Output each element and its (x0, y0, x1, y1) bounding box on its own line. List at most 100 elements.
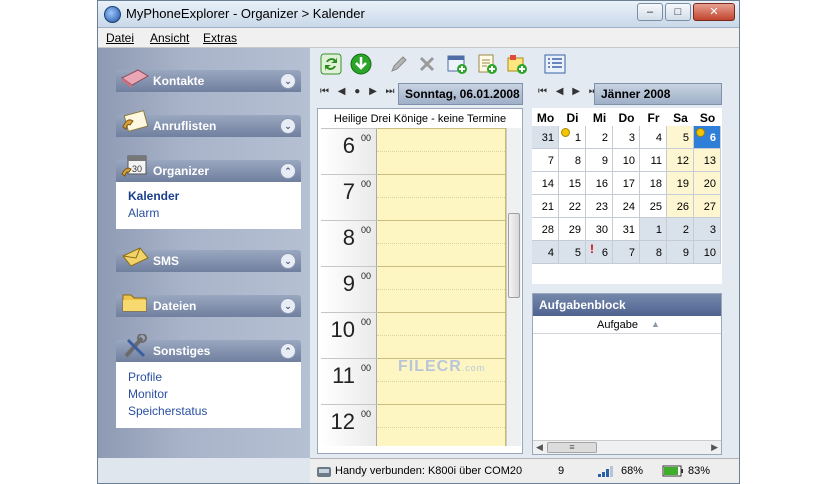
calendar-day[interactable]: 25 (640, 195, 667, 218)
minimize-button[interactable]: – (637, 3, 663, 21)
calendar-day[interactable]: 31 (613, 218, 640, 241)
task-column-header[interactable]: Aufgabe ▲ (533, 318, 721, 334)
calendar-weekday: So (699, 111, 716, 125)
menu-extras[interactable]: Extras (203, 31, 237, 45)
calendar-day[interactable]: 29 (559, 218, 586, 241)
app-logo-icon (104, 6, 121, 23)
calendar-day[interactable]: 7 (613, 241, 640, 264)
calendar-day[interactable]: 18 (640, 172, 667, 195)
sidebar-group-kontakte[interactable]: Kontakte ⌄ (116, 69, 301, 92)
calendar-day[interactable]: 23 (586, 195, 613, 218)
calendar-day[interactable]: 4 (532, 241, 559, 264)
scroll-left-icon: ◀ (536, 442, 543, 452)
calendar-day[interactable]: 6 (694, 126, 721, 149)
menu-ansicht[interactable]: Ansicht (150, 31, 189, 45)
sidebar-group-sms[interactable]: SMS ⌄ (116, 247, 301, 272)
calendar-day[interactable]: 2 (667, 218, 694, 241)
calendar-day[interactable]: 8 (559, 149, 586, 172)
calendar-day[interactable]: 19 (667, 172, 694, 195)
calendar-day[interactable]: 22 (559, 195, 586, 218)
chevron-up-icon[interactable]: ⌃ (280, 343, 296, 359)
calendar-day[interactable]: 6! (586, 241, 613, 264)
link-profile[interactable]: Profile (128, 370, 162, 384)
link-kalender[interactable]: Kalender (128, 189, 179, 203)
calendar-day[interactable]: 3 (694, 218, 721, 241)
scrollbar-thumb[interactable] (508, 213, 520, 298)
calendar-day[interactable]: 26 (667, 195, 694, 218)
edit-pencil-icon[interactable] (388, 53, 410, 75)
calendar-day[interactable]: 1 (640, 218, 667, 241)
connection-status: Handy verbunden: K800i über COM20 (335, 465, 523, 477)
calendar-day[interactable]: 9 (586, 149, 613, 172)
chevron-down-icon[interactable]: ⌄ (280, 298, 296, 314)
hour-row: 12 00 (321, 404, 377, 450)
calendar-day[interactable]: 17 (613, 172, 640, 195)
window-title: MyPhoneExplorer - Organizer > Kalender (126, 6, 365, 21)
calendar-day[interactable]: 21 (532, 195, 559, 218)
chevron-down-icon[interactable]: ⌄ (280, 253, 296, 269)
delete-x-icon[interactable] (416, 53, 438, 75)
calendar-day[interactable]: 10 (694, 241, 721, 264)
list-view-icon[interactable] (544, 53, 566, 75)
calendar-day[interactable]: 5 (559, 241, 586, 264)
hour-row: 7 00 (321, 174, 377, 220)
calendar-day[interactable]: 1 (559, 126, 586, 149)
tools-wrench-icon (124, 334, 147, 358)
calendar-day[interactable]: 20 (694, 172, 721, 195)
day-view: Heilige Drei Könige - keine Termine 6 00 … (317, 108, 523, 454)
sidebar-group-anruflisten[interactable]: Anruflisten ⌄ (116, 110, 301, 137)
sidebar-group-dateien[interactable]: Dateien ⌄ (116, 294, 301, 317)
calendar-day[interactable]: 16 (586, 172, 613, 195)
task-scrollbar[interactable]: ◀ ≡ ▶ (533, 440, 721, 454)
time-slots[interactable] (377, 128, 506, 446)
day-scrollbar[interactable] (506, 128, 521, 446)
time-slot-line (377, 404, 505, 405)
time-slot-line (377, 335, 505, 336)
link-monitor[interactable]: Monitor (128, 387, 168, 401)
watermark: FILECR.com (398, 358, 486, 375)
calendar-day[interactable]: 12 (667, 149, 694, 172)
calendar-day[interactable]: 4 (640, 126, 667, 149)
calendar-day[interactable]: 31 (532, 126, 559, 149)
calendar-day[interactable]: 28 (532, 218, 559, 241)
maximize-button[interactable]: □ (665, 3, 691, 21)
chevron-down-icon[interactable]: ⌄ (280, 118, 296, 134)
calendar-day[interactable]: 2 (586, 126, 613, 149)
calendar-day[interactable]: 9 (667, 241, 694, 264)
calendar-day[interactable]: 7 (532, 149, 559, 172)
calendar-day[interactable]: 8 (640, 241, 667, 264)
link-alarm[interactable]: Alarm (128, 206, 159, 220)
chevron-down-icon[interactable]: ⌄ (280, 73, 296, 89)
sidebar-group-sonstiges[interactable]: Sonstiges ⌃ (116, 334, 301, 362)
link-speicherstatus[interactable]: Speicherstatus (128, 404, 207, 418)
time-slot-line (377, 266, 505, 267)
close-button[interactable]: ✕ (693, 3, 735, 21)
task-panel: Aufgabenblock Aufgabe ▲ ◀ ≡ ▶ (532, 293, 722, 455)
calendar-day[interactable]: 14 (532, 172, 559, 195)
calendar-day[interactable]: 30 (586, 218, 613, 241)
sync-refresh-icon[interactable] (320, 53, 342, 75)
scrollbar-thumb: ≡ (547, 442, 597, 453)
calendar-day[interactable]: 11 (640, 149, 667, 172)
calendar-day[interactable]: 10 (613, 149, 640, 172)
alert-icon: ! (590, 242, 594, 256)
day-nav-arrows[interactable]: ⏮ ◀ ● ▶ ⏭ (320, 86, 398, 97)
sidebar-group-organizer[interactable]: 30 Organizer ⌃ (116, 155, 301, 182)
download-arrow-icon[interactable] (350, 53, 372, 75)
calendar-day[interactable]: 3 (613, 126, 640, 149)
time-slot-line (377, 128, 505, 129)
month-nav-arrows[interactable]: ⏮ ◀ ▶ ⏭ (538, 86, 601, 97)
calendar-day[interactable]: 24 (613, 195, 640, 218)
folder-icon (122, 294, 147, 312)
new-task-icon[interactable] (476, 53, 498, 75)
menu-datei[interactable]: Datei (106, 31, 134, 45)
calendar-day[interactable]: 15 (559, 172, 586, 195)
new-note-icon[interactable] (506, 53, 528, 75)
chevron-up-icon[interactable]: ⌃ (280, 163, 296, 179)
calendar-day[interactable]: 27 (694, 195, 721, 218)
calendar-day[interactable]: 13 (694, 149, 721, 172)
calendar-day[interactable]: 5 (667, 126, 694, 149)
call-list-icon (122, 110, 149, 132)
new-appointment-icon[interactable] (446, 53, 468, 75)
sidebar: Kontakte ⌄ Anruflisten ⌄ 30 Organizer ⌃ … (98, 48, 310, 458)
